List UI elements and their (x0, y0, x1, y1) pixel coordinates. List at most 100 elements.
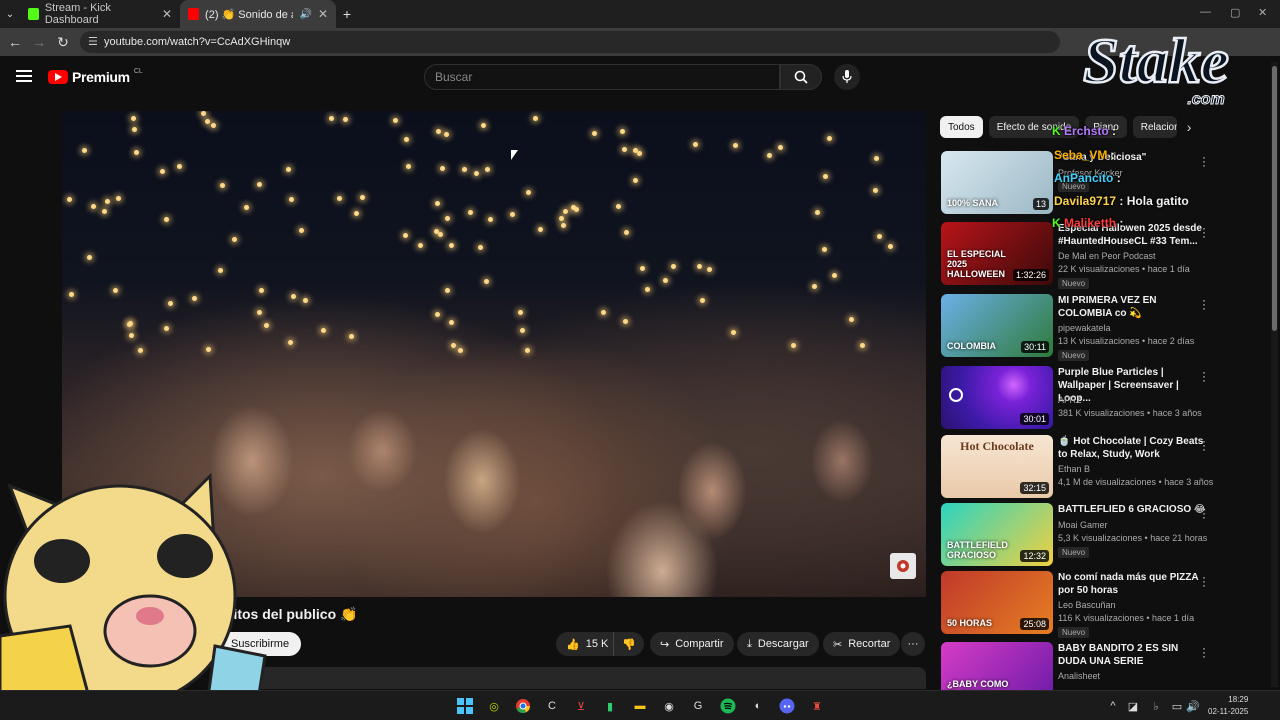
voice-search-button[interactable] (834, 64, 860, 90)
recommended-video-title[interactable]: No comí nada más que PIZZA por 50 horas (1058, 571, 1208, 597)
recommended-video[interactable]: Hot Chocolate 32:15 🍵 Hot Chocolate | Cozy… (941, 435, 1271, 499)
light-dot (700, 298, 705, 303)
recommended-video[interactable]: EL ESPECIAL 2025 HALLOWEEN 1:32:26 Especia… (941, 222, 1271, 289)
app-icon[interactable]: ⊻ (572, 697, 590, 715)
recommended-video-title[interactable]: BABY BANDITO 2 ES SIN DUDA UNA SERIE (1058, 642, 1208, 668)
video-thumbnail[interactable]: 30:01 (941, 366, 1053, 429)
light-dot (299, 228, 304, 233)
obs-icon[interactable]: ◉ (660, 697, 678, 715)
more-options-icon[interactable]: · · · (1199, 642, 1209, 662)
light-dot (259, 288, 264, 293)
spotify-icon[interactable] (719, 697, 737, 715)
more-options-icon[interactable]: · · · (1199, 151, 1209, 171)
light-dot (289, 197, 294, 202)
chip-relacionados[interactable]: Relacionados (1132, 116, 1177, 138)
tray-chevron-icon[interactable]: ^ (1104, 697, 1122, 715)
more-actions-button[interactable]: ··· (901, 632, 925, 656)
stake-logo-overlay: Stake .com (1082, 24, 1230, 108)
discord-icon[interactable] (778, 697, 796, 715)
chevron-right-icon[interactable]: › (1187, 119, 1192, 135)
light-dot (640, 266, 645, 271)
more-options-icon[interactable]: · · · (1199, 222, 1209, 242)
recommended-video-title[interactable]: BATTLEFLIED 6 GRACIOSO 😂 (1058, 503, 1208, 516)
url-field[interactable]: ☰ youtube.com/watch?v=CcAdXGHinqw (80, 31, 1060, 53)
more-options-icon[interactable]: · · · (1199, 366, 1209, 386)
windows-start-icon[interactable] (456, 697, 474, 715)
channel-watermark-icon[interactable] (890, 553, 916, 579)
recommended-video-title[interactable]: MI PRIMERA VEZ EN COLOMBIA co 💫 (1058, 294, 1208, 320)
tray-app-icon[interactable]: ◪ (1124, 697, 1142, 715)
chip-todos[interactable]: Todos (940, 116, 983, 138)
back-button[interactable]: ← (4, 31, 26, 53)
light-dot (131, 116, 136, 121)
channel-name[interactable]: Moai Gamer (1058, 520, 1108, 530)
recommended-video-title[interactable]: 🍵 Hot Chocolate | Cozy Beats to Relax, S… (1058, 435, 1208, 461)
more-options-icon[interactable]: · · · (1199, 435, 1209, 455)
channel-name[interactable]: Leo Bascuñan (1058, 600, 1116, 610)
share-icon: ↪ (660, 638, 670, 651)
more-options-icon[interactable]: · · · (1199, 503, 1209, 523)
light-dot (484, 279, 489, 284)
light-dot (435, 312, 440, 317)
light-dot (160, 169, 165, 174)
download-button[interactable]: ⤓ Descargar (737, 632, 819, 656)
kick-favicon-icon (28, 8, 39, 20)
search-input[interactable]: Buscar (424, 64, 780, 90)
file-explorer-icon[interactable]: ▬ (631, 697, 649, 715)
ccleaner-icon[interactable]: C (543, 697, 561, 715)
light-dot (563, 209, 568, 214)
share-button[interactable]: ↪ Compartir (650, 632, 734, 656)
forward-button[interactable]: → (28, 31, 50, 53)
site-info-icon[interactable]: ☰ (88, 35, 98, 48)
tab-youtube-aplausos[interactable]: (2) 👏 Sonido de aplausos 🔊 ✕ (180, 0, 336, 28)
video-thumbnail[interactable]: 100% SANA 13 (941, 151, 1053, 214)
search-button[interactable] (780, 64, 822, 90)
taskbar-clock[interactable]: 18:29 02-11-2025 (1208, 694, 1248, 718)
close-window-icon[interactable]: ✕ (1258, 6, 1267, 19)
channel-name[interactable]: Ethan B (1058, 464, 1090, 474)
video-thumbnail[interactable]: COLOMBIA 30:11 (941, 294, 1053, 357)
app-red-icon[interactable]: ♜ (808, 697, 826, 715)
scrollbar-thumb[interactable] (1272, 66, 1277, 331)
notes-icon[interactable]: ▮ (601, 697, 619, 715)
dislike-button[interactable]: 👎 (613, 632, 644, 656)
more-options-icon[interactable]: · · · (1199, 294, 1209, 314)
channel-name[interactable]: De Mal en Peor Podcast (1058, 251, 1156, 261)
video-thumbnail[interactable]: Hot Chocolate 32:15 (941, 435, 1053, 498)
more-options-icon[interactable]: · · · (1199, 571, 1209, 591)
recommended-video[interactable]: 30:01 Purple Blue Particles | Wallpaper |… (941, 366, 1271, 430)
recommended-video[interactable]: COLOMBIA 30:11 MI PRIMERA VEZ EN COLOMBIA … (941, 294, 1271, 361)
description-box[interactable] (220, 667, 926, 689)
light-dot (663, 278, 668, 283)
channel-name[interactable]: pipewakatela (1058, 323, 1111, 333)
menu-icon[interactable] (16, 70, 32, 82)
close-tab-icon[interactable]: ✕ (162, 7, 172, 21)
like-button[interactable]: 👍 15 K (556, 632, 617, 656)
new-tab-button[interactable]: + (336, 3, 358, 25)
video-thumbnail[interactable]: 50 HORAS 25:08 (941, 571, 1053, 634)
close-tab-icon[interactable]: ✕ (318, 7, 328, 21)
channel-name[interactable]: Analisheet (1058, 671, 1100, 681)
youtube-logo[interactable]: Premium CL (48, 68, 143, 85)
xbox-icon[interactable]: ◎ (485, 697, 503, 715)
page-scrollbar[interactable] (1271, 62, 1278, 687)
app-g-icon[interactable]: G (689, 697, 707, 715)
channel-name[interactable]: AFRZ (1058, 395, 1082, 405)
tab-kick-dashboard[interactable]: Stream - Kick Dashboard ✕ (20, 0, 180, 28)
chrome-icon[interactable] (514, 697, 532, 715)
video-thumbnail[interactable]: BATTLEFIELD GRACIOSO 12:32 (941, 503, 1053, 566)
video-thumbnail[interactable]: EL ESPECIAL 2025 HALLOWEEN 1:32:26 (941, 222, 1053, 285)
recommended-video[interactable]: BATTLEFIELD GRACIOSO 12:32 BATTLEFLIED 6 G… (941, 503, 1271, 567)
light-dot (444, 132, 449, 137)
search-placeholder: Buscar (435, 70, 473, 84)
tab-search-icon[interactable]: ⌄ (0, 3, 20, 25)
clip-button[interactable]: ✂ Recortar (823, 632, 901, 656)
light-dot (264, 323, 269, 328)
speaker-icon[interactable]: 🔊 (299, 9, 311, 20)
light-dot (462, 167, 467, 172)
steam-icon[interactable]: ◐ (749, 697, 767, 715)
tray-mic-icon[interactable]: ♭ (1147, 697, 1165, 715)
reload-button[interactable]: ↻ (52, 31, 74, 53)
volume-icon[interactable]: 🔊 (1184, 697, 1202, 715)
recommended-video[interactable]: 50 HORAS 25:08 No comí nada más que PIZZA … (941, 571, 1271, 638)
